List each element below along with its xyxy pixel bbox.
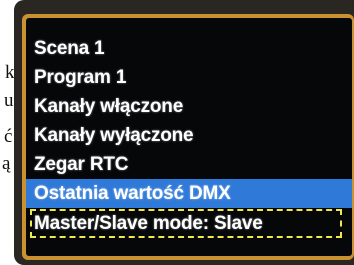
menu-item-channels-on[interactable]: Kanały włączone (26, 92, 352, 121)
menu-item-channels-off[interactable]: Kanały wyłączone (26, 121, 352, 150)
menu-item-scena[interactable]: Scena 1 (26, 34, 352, 63)
menu-list: Scena 1 Program 1 Kanały włączone Kanały… (26, 34, 352, 238)
menu-item-label: Kanały włączone (34, 96, 184, 117)
page: k u ć ą Scena 1 Program 1 Kanały włączon… (0, 0, 354, 265)
margin-text-fragment: u (4, 90, 14, 111)
margin-text-fragment: ą (2, 153, 11, 174)
menu-item-master-slave-mode[interactable]: Master/Slave mode: Slave (30, 209, 342, 238)
menu-item-rtc-clock[interactable]: Zegar RTC (26, 150, 352, 179)
menu-item-label: Master/Slave mode: Slave (34, 213, 263, 234)
menu-item-label: Ostatnia wartość DMX (34, 183, 231, 204)
margin-text-fragment: ć (4, 126, 13, 147)
menu-item-label: Program 1 (34, 67, 127, 88)
menu-item-label: Kanały wyłączone (34, 125, 194, 146)
menu-item-program[interactable]: Program 1 (26, 63, 352, 92)
lcd-screen: Scena 1 Program 1 Kanały włączone Kanały… (26, 18, 352, 256)
menu-item-last-dmx-value[interactable]: Ostatnia wartość DMX (26, 179, 352, 208)
menu-item-label: Scena 1 (34, 38, 105, 59)
menu-item-label: Zegar RTC (34, 154, 129, 175)
